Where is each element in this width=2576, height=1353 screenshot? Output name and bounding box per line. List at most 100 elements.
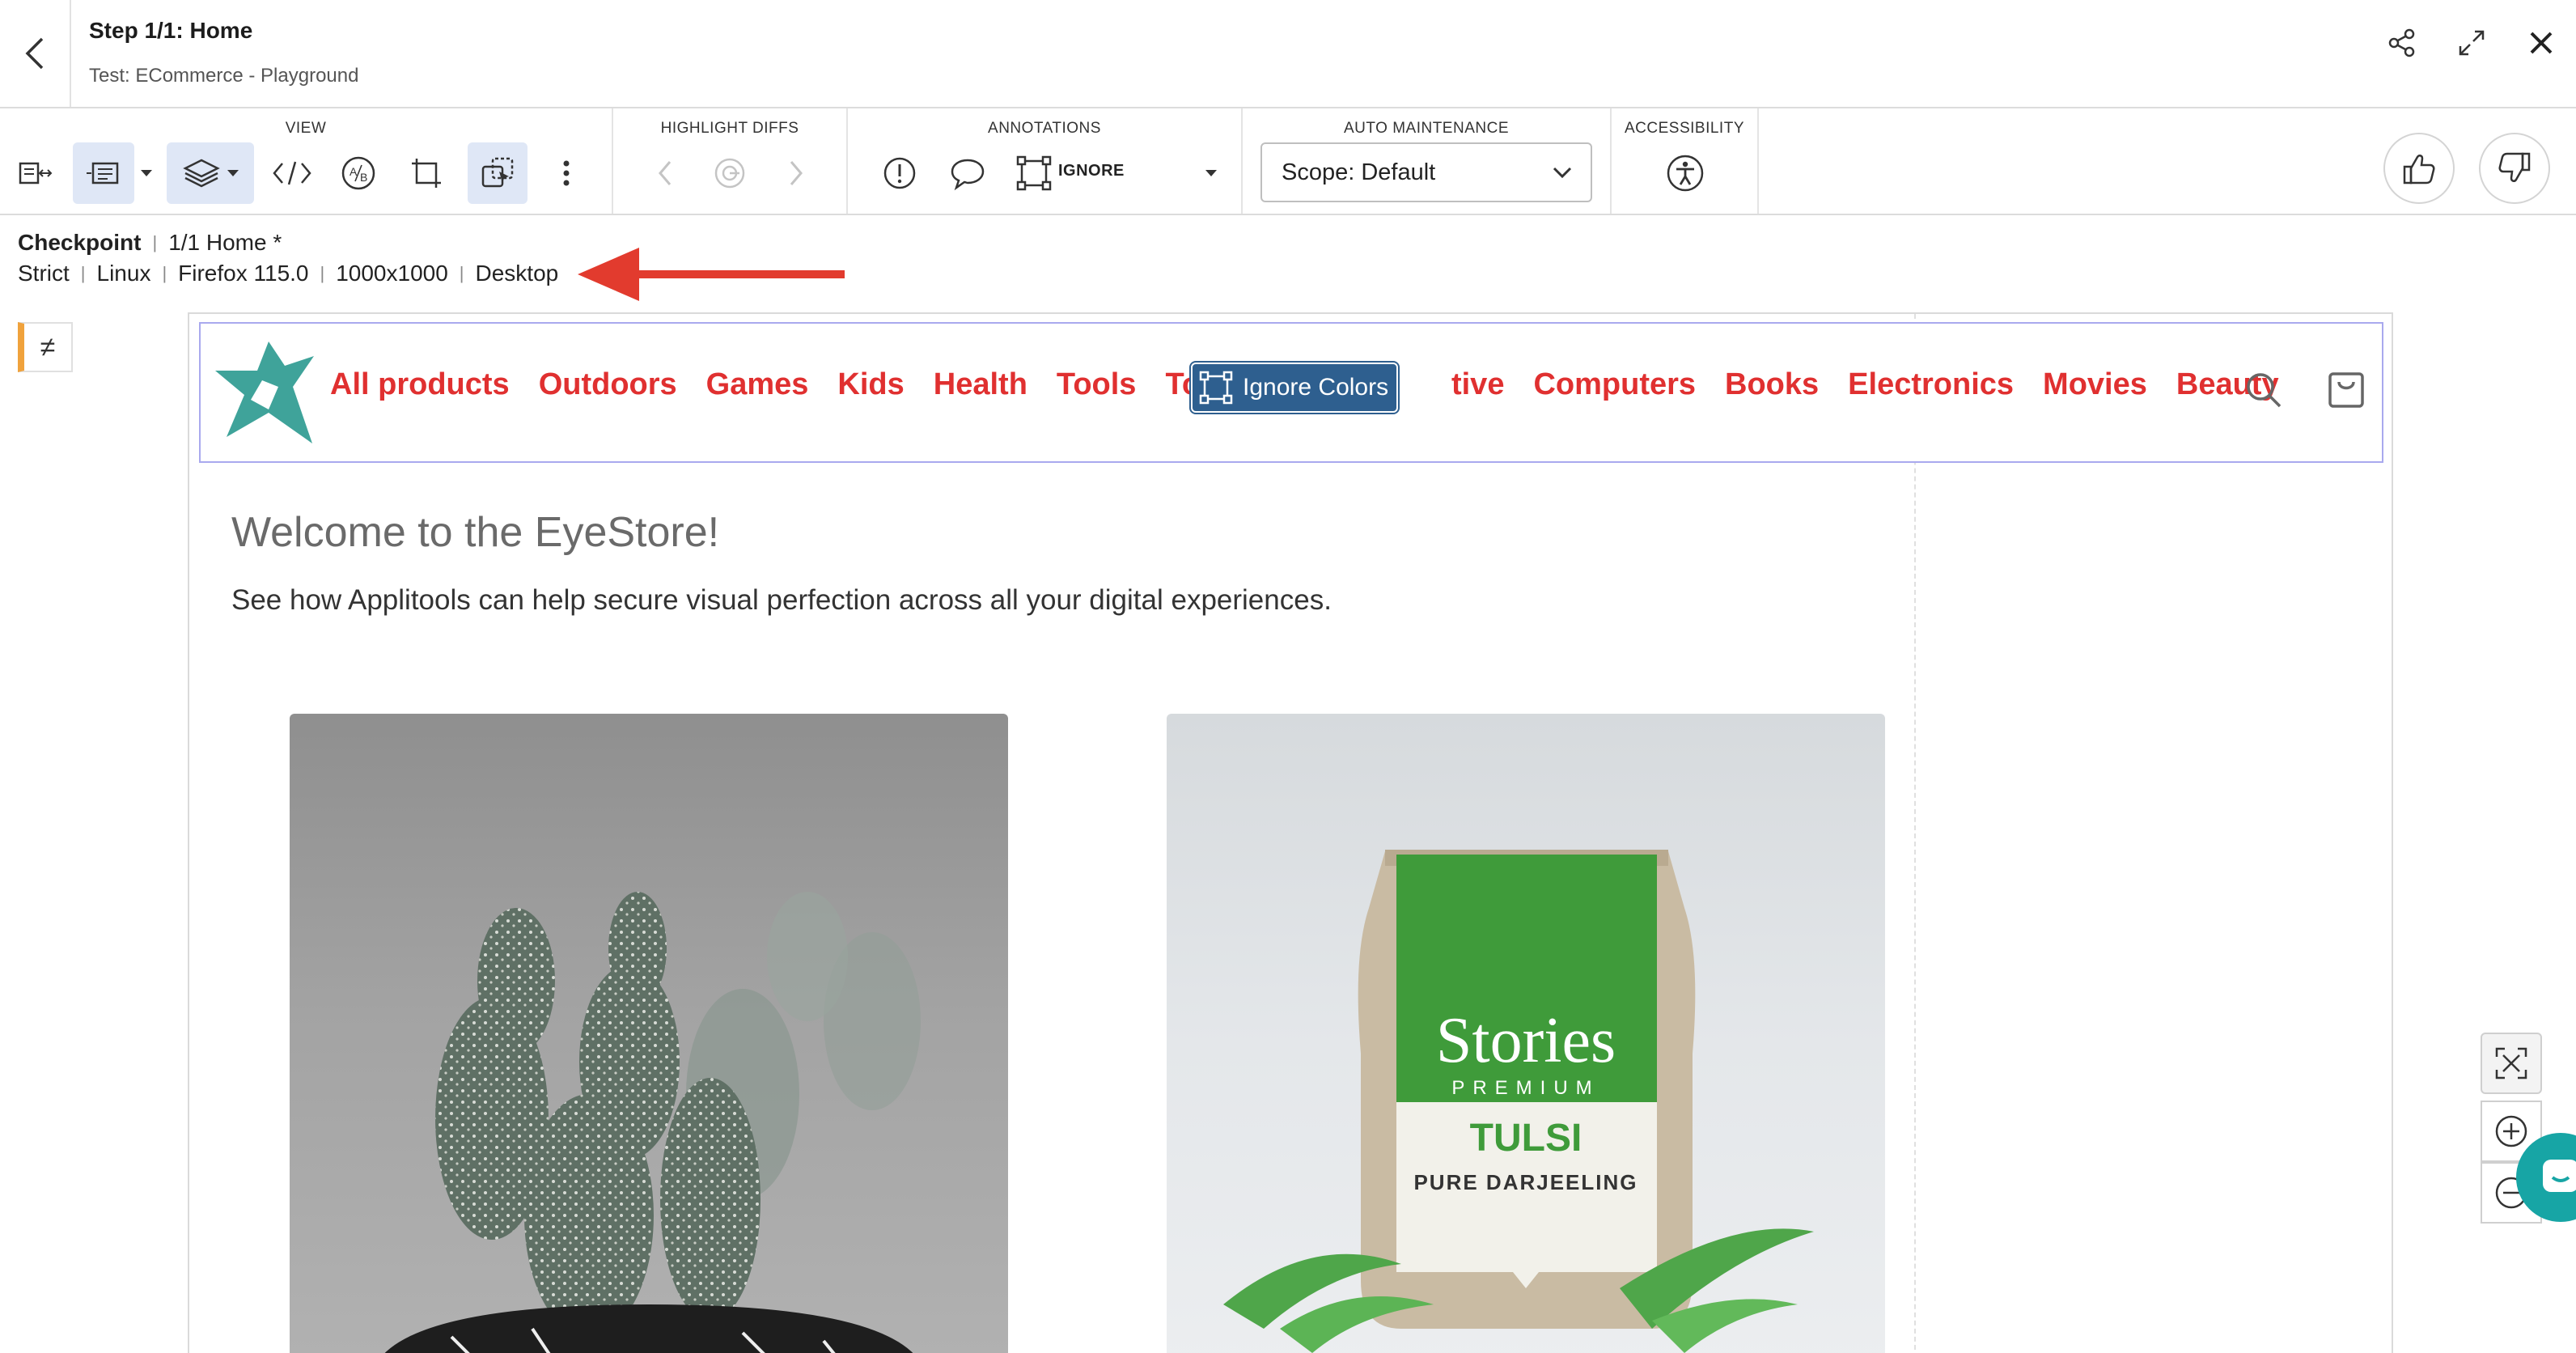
- share-icon: [2388, 28, 2415, 57]
- ab-compare-button[interactable]: AB: [333, 142, 383, 204]
- layers-button[interactable]: [167, 142, 254, 204]
- screenshot-canvas[interactable]: All products Outdoors Games Kids Health …: [188, 312, 2393, 1353]
- product-premium: PREMIUM: [1451, 1077, 1599, 1099]
- thumbs-down-button[interactable]: [2479, 133, 2550, 204]
- nav-item-games[interactable]: Games: [706, 367, 809, 402]
- ignore-colors-tooltip[interactable]: Ignore Colors: [1188, 361, 1400, 414]
- nav-item-computers[interactable]: Computers: [1533, 367, 1696, 402]
- separator: |: [152, 232, 158, 252]
- back-button[interactable]: [0, 0, 71, 107]
- shopping-bag-icon[interactable]: [2325, 367, 2367, 411]
- code-icon: [273, 161, 311, 185]
- browser-name: Firefox 115.0: [178, 261, 309, 286]
- fit-screen-icon: [2495, 1047, 2527, 1079]
- checkpoint-name: 1/1 Home *: [168, 230, 282, 255]
- more-options-button[interactable]: [542, 142, 591, 204]
- caret-down-icon: [1205, 170, 1217, 176]
- test-name: Test: ECommerce - Playground: [89, 65, 359, 87]
- annotation-mode-dropdown[interactable]: [1191, 142, 1231, 204]
- product-variant: PURE DARJEELING: [1413, 1170, 1638, 1194]
- nav-item-outdoors[interactable]: Outdoors: [539, 367, 677, 402]
- viewport-size: 1000x1000: [336, 261, 448, 286]
- region-icon: [1199, 371, 1233, 405]
- add-issue-button[interactable]: [875, 142, 924, 204]
- thumbs-up-button[interactable]: [2383, 133, 2455, 204]
- scope-value: Scope: Default: [1282, 159, 1436, 185]
- checkpoint-view-button[interactable]: [73, 142, 134, 204]
- tea-bag-illustration: Stories PREMIUM TULSI PURE DARJEELING: [1223, 850, 1814, 1353]
- nav-item-books[interactable]: Books: [1725, 367, 1819, 402]
- view-group: VIEW AB: [0, 108, 613, 214]
- region-icon: [1016, 155, 1052, 191]
- annotations-label: ANNOTATIONS: [988, 120, 1101, 137]
- toolbar: VIEW AB HIGHLIGHT DIFFS ANNOTATIONS IGNO…: [0, 108, 2576, 215]
- header-actions: [2367, 23, 2576, 63]
- share-button[interactable]: [2367, 23, 2437, 63]
- caret-down-icon: [141, 170, 152, 176]
- accessibility-button[interactable]: [1657, 142, 1714, 204]
- thumbs-up-icon: [2403, 155, 2435, 184]
- view-group-label: VIEW: [285, 120, 327, 137]
- side-by-side-button[interactable]: [15, 142, 71, 204]
- nav-item-tools[interactable]: Tools: [1057, 367, 1137, 402]
- nav-item-health[interactable]: Health: [934, 367, 1027, 402]
- auto-maintenance-label: AUTO MAINTENANCE: [1343, 120, 1509, 137]
- add-remark-button[interactable]: [943, 142, 992, 204]
- highlight-icon: [714, 158, 745, 189]
- highlight-diffs-group: HIGHLIGHT DIFFS: [613, 108, 848, 214]
- welcome-heading: Welcome to the EyeStore!: [231, 509, 720, 556]
- comment-icon: [951, 159, 985, 191]
- product-image-cactus[interactable]: [290, 714, 1008, 1353]
- chevron-left-icon: [659, 161, 672, 185]
- highlight-diffs-label: HIGHLIGHT DIFFS: [660, 120, 799, 137]
- side-by-side-icon: [19, 162, 53, 184]
- next-diff-button[interactable]: [772, 142, 820, 204]
- chat-icon: [2543, 1160, 2576, 1192]
- expand-button[interactable]: [2437, 23, 2506, 63]
- highlight-toggle-button[interactable]: [705, 142, 754, 204]
- chevron-right-icon: [790, 161, 803, 185]
- match-level: Strict: [18, 261, 70, 286]
- os-name: Linux: [96, 261, 151, 286]
- product-image-tea[interactable]: Stories PREMIUM TULSI PURE DARJEELING: [1167, 714, 1885, 1353]
- exclamation-circle-icon: [883, 157, 916, 189]
- prev-diff-button[interactable]: [641, 142, 689, 204]
- checkpoint-header: Checkpoint | 1/1 Home *: [18, 230, 282, 256]
- search-icon[interactable]: [2243, 369, 2285, 411]
- product-brand: Stories: [1436, 1005, 1616, 1076]
- nav-item-electronics[interactable]: Electronics: [1848, 367, 2014, 402]
- fit-to-screen-button[interactable]: [2481, 1033, 2542, 1094]
- layers-icon: [183, 159, 220, 188]
- eyestore-logo-icon: [215, 341, 314, 443]
- nav-item-hidden-end[interactable]: tive: [1451, 367, 1504, 402]
- region-view-button[interactable]: [468, 142, 527, 204]
- nav-item-movies[interactable]: Movies: [2043, 367, 2147, 402]
- step-title: Step 1/1: Home: [89, 18, 253, 43]
- dom-view-button[interactable]: [267, 142, 317, 204]
- welcome-subtitle: See how Applitools can help secure visua…: [231, 584, 1332, 616]
- checkpoint-view-icon: [87, 162, 119, 184]
- region-tool-button[interactable]: [1010, 142, 1058, 204]
- nav-item-kids[interactable]: Kids: [837, 367, 904, 402]
- svg-text:A: A: [350, 165, 358, 178]
- chevron-left-icon: [25, 37, 44, 70]
- device-type: Desktop: [475, 261, 559, 286]
- separator: |: [459, 263, 464, 283]
- crop-icon: [412, 159, 441, 188]
- cactus-illustration: [384, 892, 921, 1353]
- ab-compare-icon: AB: [341, 156, 375, 190]
- separator: |: [80, 263, 86, 283]
- close-button[interactable]: [2506, 23, 2576, 63]
- scope-select[interactable]: Scope: Default: [1260, 142, 1592, 202]
- annotation-mode-label[interactable]: IGNORE: [1058, 162, 1125, 180]
- diff-toggle-button[interactable]: ≠: [18, 322, 73, 372]
- red-arrow-annotation: [578, 248, 845, 301]
- crop-button[interactable]: [401, 142, 451, 204]
- region-select-icon: [481, 157, 514, 188]
- view-mode-dropdown[interactable]: [134, 142, 159, 204]
- accessibility-group: ACCESSIBILITY: [1612, 108, 1759, 214]
- caret-down-icon: [227, 170, 239, 176]
- viewport-boundary-line: [1914, 314, 1916, 1353]
- nav-item-all-products[interactable]: All products: [330, 367, 510, 402]
- expand-icon: [2459, 30, 2485, 56]
